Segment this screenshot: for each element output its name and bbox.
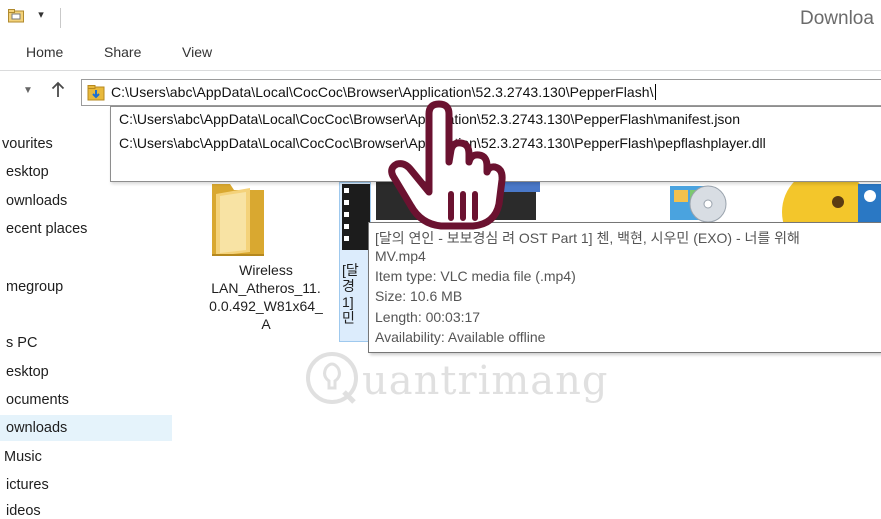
tooltip-size: Size: 10.6 MB <box>375 288 463 304</box>
watermark-text: uantrimang <box>362 358 609 404</box>
toolbar-separator <box>60 8 61 28</box>
nav-item-documents[interactable]: ocuments <box>6 392 69 408</box>
nav-item-pc-desktop[interactable]: esktop <box>6 364 49 380</box>
file-label-line: 0.0.492_W81x64_ <box>209 298 323 314</box>
hand-pointer-icon <box>388 100 506 230</box>
file-label-line: 경 <box>342 278 355 294</box>
title-bar: ▾ Downloa <box>0 0 881 36</box>
up-arrow-icon[interactable] <box>48 80 68 100</box>
file-label-line: 1] <box>342 294 354 310</box>
nav-item-homegroup[interactable]: megroup <box>6 279 63 295</box>
window-title: Downloa <box>800 8 874 29</box>
nav-item-pc-downloads[interactable]: ownloads <box>6 420 67 436</box>
tab-share[interactable]: Share <box>104 44 141 60</box>
file-label-line: A <box>261 316 271 332</box>
nav-item-this-pc[interactable]: s PC <box>6 335 37 351</box>
tab-view[interactable]: View <box>182 44 212 60</box>
address-input[interactable]: C:\Users\abc\AppData\Local\CocCoc\Browse… <box>111 84 656 100</box>
address-path: C:\Users\abc\AppData\Local\CocCoc\Browse… <box>111 84 654 100</box>
file-label-line: LAN_Atheros_11. <box>211 280 321 296</box>
tab-home[interactable]: Home <box>26 44 63 60</box>
disc-app-icon[interactable] <box>664 178 728 222</box>
tooltip-filename: [달의 연인 - 보보경심 려 OST Part 1] 첸, 백현, 시우민 (… <box>375 230 800 246</box>
nav-item-pictures[interactable]: ictures <box>6 477 49 493</box>
nav-item-desktop[interactable]: esktop <box>6 164 49 180</box>
folder-properties-icon[interactable] <box>8 9 24 23</box>
download-folder-icon <box>87 85 105 101</box>
watermark: uantrimang <box>300 346 608 416</box>
file-label-line: 민 <box>342 310 355 326</box>
file-label-line: Wireless <box>239 262 293 278</box>
folder-icon[interactable] <box>206 170 270 256</box>
file-label-video: [달 경 1] 민 <box>342 262 368 326</box>
ribbon-tabs: Home Share View <box>0 36 881 71</box>
file-label-line: [달 <box>342 262 359 278</box>
customize-toolbar-icon[interactable]: ▾ <box>34 8 48 22</box>
nav-item-videos[interactable]: ideos <box>6 503 41 519</box>
video-thumbnail <box>342 184 370 250</box>
tooltip-length: Length: 00:03:17 <box>375 309 481 325</box>
chevron-down-icon[interactable]: ▼ <box>20 82 36 100</box>
nav-item-music[interactable]: Music <box>4 449 42 465</box>
file-label-wireless[interactable]: Wireless LAN_Atheros_11. 0.0.492_W81x64_… <box>190 261 342 333</box>
nav-item-downloads[interactable]: ownloads <box>6 193 67 209</box>
tooltip-availability: Availability: Available offline <box>375 329 546 345</box>
tooltip-filename-cont: MV.mp4 <box>375 248 426 264</box>
lightbulb-logo-icon <box>306 352 358 404</box>
nav-item-favourites[interactable]: vourites <box>2 136 53 152</box>
file-info-tooltip: [달의 연인 - 보보경심 려 OST Part 1] 첸, 백현, 시우민 (… <box>368 222 881 353</box>
text-caret <box>654 84 656 100</box>
nav-item-recent-places[interactable]: ecent places <box>6 221 87 237</box>
tooltip-item-type: Item type: VLC media file (.mp4) <box>375 268 576 284</box>
